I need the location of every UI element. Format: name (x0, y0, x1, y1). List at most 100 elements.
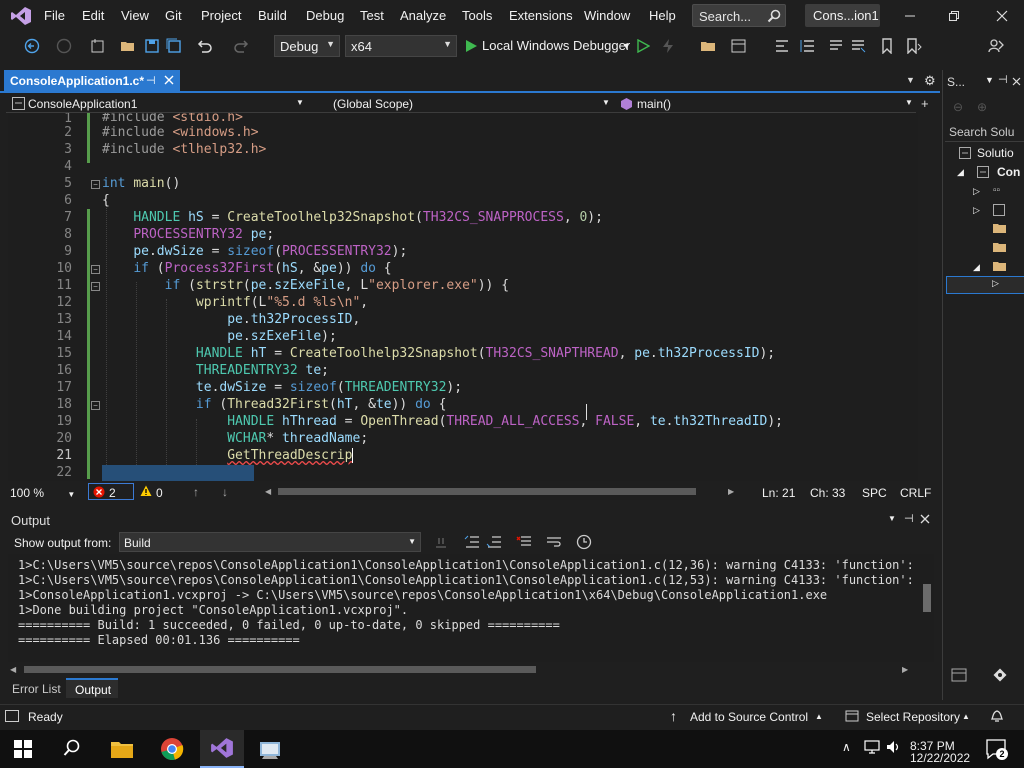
source-files-expander-icon[interactable]: ◢ (973, 262, 980, 273)
split-editor-icon[interactable]: + (921, 96, 929, 111)
date-text[interactable]: 12/22/2022 (910, 751, 970, 765)
menu-debug[interactable]: Debug (306, 8, 344, 23)
select-repository-button[interactable]: Select Repository (866, 710, 960, 724)
scope-dropdown[interactable]: (Global Scope) ▼ (330, 95, 612, 112)
menu-build[interactable]: Build (258, 8, 287, 23)
debugger-dropdown-arrow[interactable]: ▼ (622, 41, 631, 51)
clear-all-icon[interactable] (516, 535, 532, 549)
zoom-dropdown[interactable]: 100 % ▼ (10, 486, 75, 500)
output-scroll-right-icon[interactable]: ▶ (902, 665, 908, 674)
menu-window[interactable]: Window (584, 8, 630, 23)
scroll-left-icon[interactable]: ◀ (265, 487, 271, 496)
resource-files-folder-icon[interactable] (993, 242, 1007, 253)
action-center-icon[interactable]: 2 (985, 738, 1008, 760)
tab-error-list[interactable]: Error List (12, 682, 61, 696)
column-indicator[interactable]: Ch: 33 (810, 486, 845, 500)
tab-settings-gear-icon[interactable]: ⚙ (924, 73, 936, 89)
code-editor[interactable]: − − − − 1 2 3 4 5 6 7 8 9 10 11 12 13 14… (8, 113, 918, 481)
taskbar-visual-studio-button[interactable] (200, 730, 244, 768)
output-horizontal-scroll-thumb[interactable] (24, 666, 536, 673)
solution-platform-dropdown[interactable]: x64 ▼ (345, 35, 457, 57)
uncomment-icon[interactable] (850, 38, 866, 54)
solution-explorer-close-icon[interactable] (1012, 77, 1021, 86)
source-files-folder-icon[interactable] (993, 261, 1007, 272)
bookmark-next-icon[interactable] (906, 38, 922, 54)
layout-icon[interactable] (730, 38, 748, 54)
bookmark-icon[interactable] (880, 38, 894, 54)
menu-test[interactable]: Test (360, 8, 384, 23)
menu-file[interactable]: File (44, 8, 65, 23)
menu-extensions[interactable]: Extensions (509, 8, 573, 23)
previous-message-icon[interactable] (464, 535, 480, 549)
output-pin-icon[interactable]: ⊣ (904, 512, 914, 525)
chrome-icon[interactable] (160, 737, 184, 761)
se-back-icon[interactable]: ⊖ (953, 100, 963, 114)
step-icon[interactable] (774, 38, 790, 54)
new-project-icon[interactable] (90, 38, 106, 54)
search-box[interactable]: Search... (692, 4, 786, 27)
close-window-icon[interactable] (996, 10, 1008, 22)
error-count-badge[interactable]: 2 (88, 483, 134, 500)
menu-edit[interactable]: Edit (82, 8, 104, 23)
volume-icon[interactable] (886, 740, 902, 754)
solution-explorer-dropdown-icon[interactable]: ▼ (985, 75, 994, 85)
minimize-icon[interactable] (904, 10, 916, 22)
menu-git[interactable]: Git (165, 8, 182, 23)
start-without-debugging-icon[interactable] (636, 39, 650, 53)
menu-tools[interactable]: Tools (462, 8, 492, 23)
whitespace-indicator[interactable]: SPC (862, 486, 887, 500)
collapse-icon[interactable]: − (91, 282, 100, 291)
output-source-dropdown[interactable]: Build ▼ (119, 532, 421, 552)
solution-explorer-search[interactable]: Search Solu (945, 122, 1024, 142)
output-scroll-left-icon[interactable]: ◀ (10, 665, 16, 674)
network-icon[interactable] (864, 740, 880, 754)
windows-start-icon[interactable] (14, 740, 32, 758)
git-changes-icon[interactable] (993, 668, 1007, 682)
hot-reload-icon[interactable] (660, 38, 676, 54)
solution-explorer-pin-icon[interactable]: ⊣ (998, 73, 1008, 86)
references-icon[interactable]: ▫▫ (993, 185, 1000, 196)
header-files-folder-icon[interactable] (993, 223, 1007, 234)
collapse-icon[interactable]: − (91, 265, 100, 274)
pin-tab-icon[interactable]: ⊣ (146, 74, 156, 87)
local-windows-debugger-button[interactable]: Local Windows Debugger (482, 38, 630, 53)
member-dropdown[interactable]: main() ▼ (618, 95, 916, 112)
external-deps-expander-icon[interactable]: ▷ (973, 205, 980, 216)
back-icon[interactable] (24, 38, 40, 54)
repository-caret-icon[interactable]: ▲ (962, 712, 970, 721)
file-explorer-icon[interactable] (110, 739, 134, 759)
forward-icon[interactable] (56, 38, 72, 54)
tab-consoleapplication1-c[interactable]: ConsoleApplication1.c* ⊣ (4, 70, 180, 93)
add-to-source-control-button[interactable]: Add to Source Control (690, 710, 808, 724)
tab-output[interactable]: Output (66, 678, 118, 698)
se-forward-icon[interactable]: ⊕ (977, 100, 987, 114)
collapse-icon[interactable]: − (91, 180, 100, 189)
find-message-icon[interactable] (434, 535, 448, 549)
selected-source-file-row[interactable]: ▷ (946, 276, 1024, 294)
restore-icon[interactable] (948, 10, 960, 22)
menu-analyze[interactable]: Analyze (400, 8, 446, 23)
output-text-area[interactable]: 1>C:\Users\VM5\source\repos\ConsoleAppli… (8, 554, 934, 662)
source-control-caret-icon[interactable]: ▲ (815, 712, 823, 721)
line-indicator[interactable]: Ln: 21 (762, 486, 795, 500)
output-scroll-thumb[interactable] (923, 584, 931, 612)
open-folder-icon[interactable] (120, 38, 136, 54)
project-dropdown[interactable]: ConsoleApplication1 ▼ (10, 95, 310, 112)
project-node[interactable]: Con (997, 165, 1020, 179)
next-issue-icon[interactable]: ↓ (222, 485, 228, 499)
line-ending-indicator[interactable]: CRLF (900, 486, 931, 500)
align-icon[interactable] (800, 38, 816, 54)
output-close-icon[interactable] (920, 514, 930, 524)
external-dependencies-icon[interactable] (993, 204, 1005, 216)
tab-list-dropdown-icon[interactable]: ▼ (906, 75, 915, 85)
se-switch-views-icon[interactable] (951, 668, 967, 682)
notifications-bell-icon[interactable] (990, 708, 1004, 724)
collapse-icon[interactable]: − (91, 401, 100, 410)
scroll-right-icon[interactable]: ▶ (728, 487, 734, 496)
solution-configuration-dropdown[interactable]: Debug ▼ (274, 35, 340, 57)
live-share-icon[interactable] (988, 38, 1004, 54)
taskbar-search-icon[interactable] (63, 739, 81, 757)
menu-view[interactable]: View (121, 8, 149, 23)
save-all-icon[interactable] (166, 38, 182, 54)
solution-node[interactable]: Solutio (977, 146, 1014, 160)
